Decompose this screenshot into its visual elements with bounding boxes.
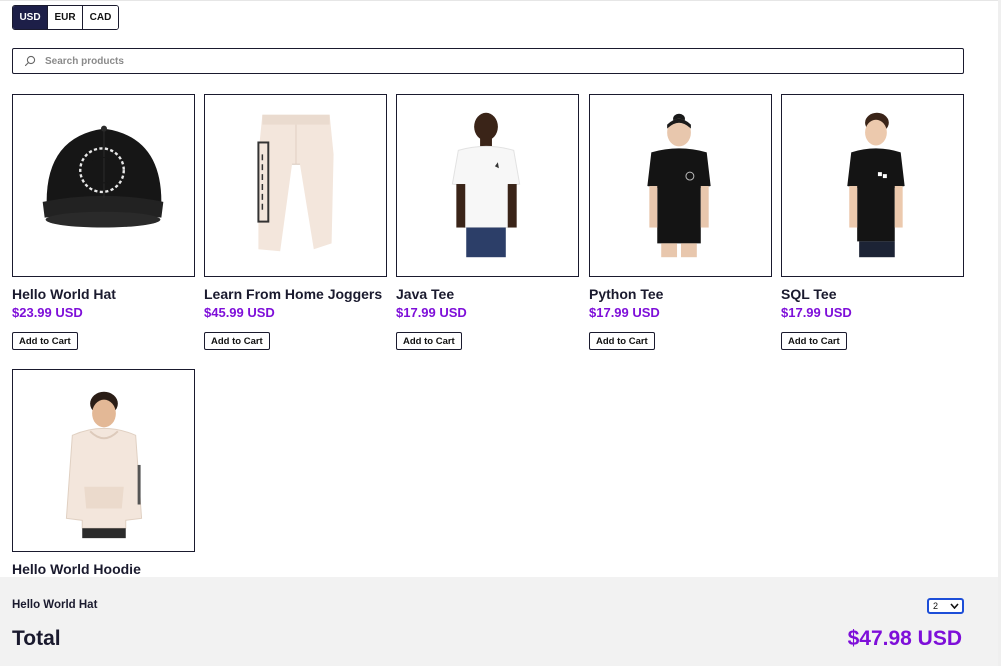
- black-tee-image: [647, 113, 711, 258]
- currency-toggle: USD EUR CAD: [12, 5, 119, 30]
- product-name: Hello World Hat: [12, 286, 116, 302]
- product-image-python-tee[interactable]: [589, 94, 772, 277]
- add-to-cart-button[interactable]: Add to Cart: [781, 332, 847, 350]
- total-label: Total: [12, 627, 61, 650]
- product-card-learn-from-home-joggers: Learn From Home Joggers $45.99 USD Add t…: [204, 94, 388, 350]
- product-card-hello-world-hat: Hello World Hat $23.99 USD Add to Cart: [12, 94, 196, 350]
- product-name: Java Tee: [396, 286, 455, 302]
- white-tee-image: [451, 112, 521, 258]
- black-cap-image: [42, 125, 164, 228]
- product-image-sql-tee[interactable]: [781, 94, 964, 277]
- product-price: $45.99 USD: [204, 305, 275, 320]
- product-price: $17.99 USD: [396, 305, 467, 320]
- joggers-image: [257, 114, 334, 252]
- add-to-cart-button[interactable]: Add to Cart: [12, 332, 78, 350]
- quantity-value: 2: [933, 601, 939, 611]
- product-card-sql-tee: SQL Tee $17.99 USD Add to Cart: [781, 94, 965, 350]
- search-input[interactable]: [45, 55, 925, 67]
- top-divider: [0, 0, 1001, 1]
- product-card-hello-world-hoodie: Hello World Hoodie: [12, 369, 196, 577]
- add-to-cart-button[interactable]: Add to Cart: [589, 332, 655, 350]
- currency-cad-button[interactable]: CAD: [83, 6, 118, 29]
- black-tee-image: [847, 112, 905, 258]
- currency-eur-button[interactable]: EUR: [48, 6, 83, 29]
- product-name: Hello World Hoodie: [12, 561, 141, 577]
- add-to-cart-button[interactable]: Add to Cart: [396, 332, 462, 350]
- total-value: $47.98 USD: [847, 627, 962, 650]
- chevron-down-icon: [950, 602, 959, 611]
- search-box[interactable]: [12, 48, 964, 74]
- product-name: SQL Tee: [781, 286, 837, 302]
- product-card-java-tee: Java Tee $17.99 USD Add to Cart: [396, 94, 580, 350]
- product-card-python-tee: Python Tee $17.99 USD Add to Cart: [589, 94, 773, 350]
- quantity-select[interactable]: 2: [927, 598, 964, 614]
- product-price: $17.99 USD: [589, 305, 660, 320]
- product-price: $17.99 USD: [781, 305, 852, 320]
- product-name: Python Tee: [589, 286, 664, 302]
- product-image-hat[interactable]: [12, 94, 195, 277]
- add-to-cart-button[interactable]: Add to Cart: [204, 332, 270, 350]
- search-icon: [23, 54, 37, 68]
- product-image-java-tee[interactable]: [396, 94, 579, 277]
- currency-usd-button[interactable]: USD: [13, 6, 48, 29]
- cart-item-name: Hello World Hat: [12, 599, 98, 611]
- hoodie-image: [65, 391, 143, 539]
- product-price: $23.99 USD: [12, 305, 83, 320]
- cart-panel: Hello World Hat 2 Total $47.98 USD: [0, 577, 998, 666]
- product-image-joggers[interactable]: [204, 94, 387, 277]
- product-image-hoodie[interactable]: [12, 369, 195, 552]
- product-name: Learn From Home Joggers: [204, 286, 383, 302]
